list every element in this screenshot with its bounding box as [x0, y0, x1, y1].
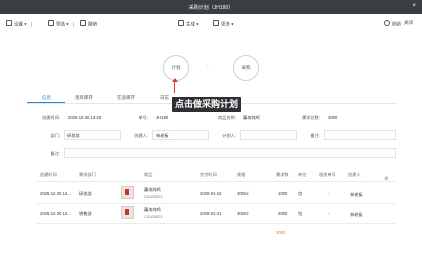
row-qty: 2000 [278, 211, 288, 216]
close-icon[interactable]: × [412, 3, 416, 9]
col-creator: 创建人 [348, 172, 361, 177]
filter-icon [48, 20, 54, 26]
qty-total: 3000 [276, 230, 286, 235]
planner-label: 计划人: [222, 133, 236, 138]
row-ref: - [328, 211, 330, 216]
creator-value: 林老板 [156, 133, 169, 138]
qty-value: 3000 [328, 115, 338, 120]
col-dept: 需求部门 [79, 172, 96, 177]
generate-button[interactable]: 生成 ▾ [178, 20, 199, 28]
undo-icon [80, 20, 86, 26]
toolbar: 设置 ▾ 筛选 ▾ 撤销 生成 ▾ 更多 ▾ 刷新 关闭 [0, 14, 422, 32]
refresh-button[interactable]: 刷新 [384, 20, 401, 28]
tab-info[interactable]: 信息 [42, 95, 51, 101]
pointer-line [174, 80, 175, 93]
more-button[interactable]: 更多 ▾ [213, 20, 234, 28]
row-qty: 1000 [278, 191, 288, 196]
row-date: 2026-01-31 [200, 211, 222, 216]
row-divider [36, 203, 396, 204]
remark-label: 备注: [310, 133, 320, 138]
product-value: 藕块炖鸡 [243, 115, 260, 120]
product-label: 商品名称: [218, 115, 236, 120]
row-product: 藕块炖鸡 [144, 207, 161, 212]
row-creator: 林老板 [350, 212, 363, 217]
row-creator: 林老板 [350, 192, 363, 197]
doc-value: JH180 [156, 115, 169, 120]
col-date: 交付时间 [200, 172, 217, 177]
flow-step-purchase[interactable]: 采购 [233, 55, 259, 81]
created-label: 创建时间: [42, 115, 60, 120]
flow-arrow-icon: › [207, 64, 209, 70]
row-unit: 包 [298, 191, 303, 196]
created-value: 2025-12-30 13:29 [68, 115, 102, 120]
settings-button[interactable]: 设置 ▾ [6, 20, 32, 28]
tab-stock[interactable]: 现有库存 [75, 95, 93, 101]
close-button[interactable]: 关闭 [404, 20, 413, 26]
tab-log[interactable]: 日志 [160, 95, 169, 101]
window-titlebar: 采购计划（JH180） × [0, 0, 422, 14]
settings-icon [6, 20, 12, 26]
creator-label: 创建人: [134, 133, 148, 138]
header-divider [36, 181, 396, 182]
remark-field[interactable] [324, 130, 396, 140]
tab-in-transit[interactable]: 在途库存 [117, 95, 135, 101]
doc-label: 单号: [138, 115, 148, 120]
generate-icon [178, 20, 184, 26]
note-label: 备注: [50, 151, 60, 156]
row-spec: 300ml [237, 191, 249, 196]
window-title: 采购计划（JH180） [188, 5, 234, 11]
col-spec: 规格 [237, 172, 246, 177]
row-ref: - [328, 191, 330, 196]
col-unit: 单位 [298, 172, 307, 177]
qty-label: 需求总数: [302, 115, 320, 120]
row-created: 2025-12-30 13... [40, 191, 71, 196]
col-qty: 需求数 [276, 172, 289, 177]
row-divider [36, 223, 396, 224]
row-spec: 300ml [237, 211, 249, 216]
more-icon [213, 20, 219, 26]
note-field[interactable] [64, 148, 396, 158]
product-thumbnail [121, 186, 134, 199]
filter-button[interactable]: 筛选 ▾ [48, 20, 74, 28]
row-unit: 包 [298, 211, 303, 216]
col-product: 商品 [144, 172, 153, 177]
dept-label: 部门: [50, 133, 60, 138]
product-thumbnail [121, 206, 134, 219]
row-code: C3100023 [144, 194, 163, 199]
row-created: 2025-12-30 13... [40, 211, 71, 216]
row-code: C3100023 [144, 214, 163, 219]
row-dept: 研发部 [79, 191, 92, 196]
row-product: 藕块炖鸡 [144, 187, 161, 192]
col-created: 创建时间 [40, 172, 57, 177]
refresh-icon [384, 20, 390, 26]
col-ref: 相关单号 [319, 172, 336, 177]
row-dept: 销售部 [79, 211, 92, 216]
dept-value: 研发部 [67, 133, 80, 138]
tutorial-callout: 点击做采购计划 [172, 97, 241, 112]
tab-active-indicator [27, 102, 65, 104]
row-date: 2026-01-15 [200, 191, 222, 196]
undo-button[interactable]: 撤销 [80, 20, 97, 28]
